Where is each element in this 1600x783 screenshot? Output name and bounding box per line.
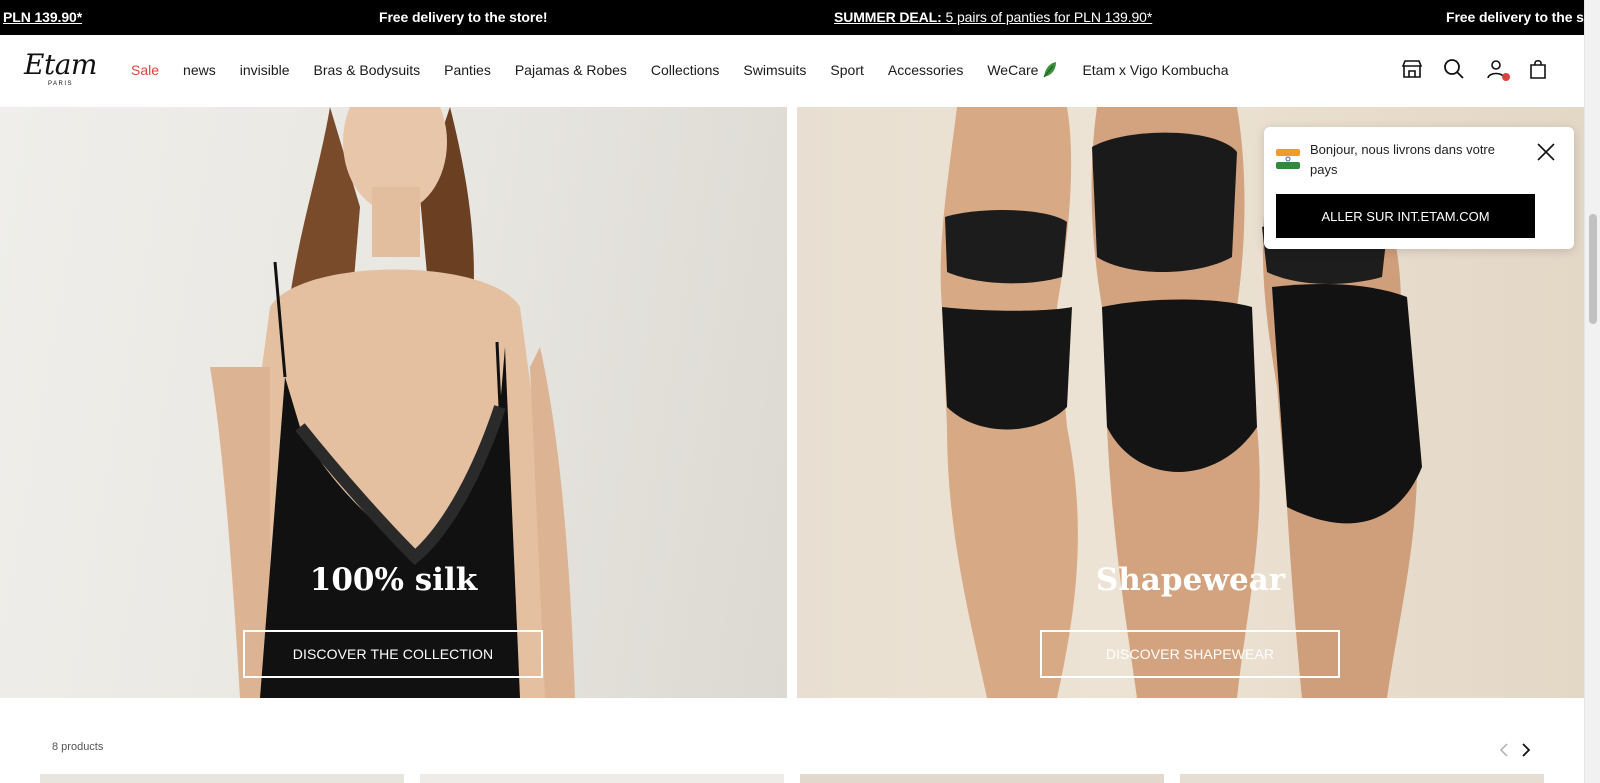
india-flag-icon [1276,149,1300,169]
nav-item-news[interactable]: news [183,61,216,79]
notification-dot [1502,73,1510,81]
nav-item-bras-bodysuits[interactable]: Bras & Bodysuits [314,61,421,79]
promo-link[interactable]: SUMMER DEAL: 5 pairs of panties for PLN … [834,9,1152,25]
nav-item-swimsuits[interactable]: Swimsuits [743,61,806,79]
header-icons [1400,57,1568,81]
store-icon[interactable] [1400,57,1424,81]
promo-text: Free delivery to the st [1446,9,1584,25]
scrollbar[interactable] [1584,0,1600,783]
product-card[interactable] [1180,774,1544,783]
product-card[interactable] [800,774,1164,783]
search-icon[interactable] [1442,57,1466,81]
country-redirect-popup: Bonjour, nous livrons dans votre pays AL… [1264,127,1574,249]
discover-shapewear-button[interactable]: DISCOVER SHAPEWEAR [1040,630,1340,678]
account-icon[interactable] [1484,57,1510,81]
product-card[interactable] [420,774,784,783]
popup-message: Bonjour, nous livrons dans votre pays [1310,142,1495,177]
leaf-icon [1043,62,1057,78]
promo-text: Free delivery to the store! [379,9,548,25]
promo-bar: PLN 139.90* Free delivery to the store! … [0,0,1584,35]
nav-item-wecare-label: WeCare [987,62,1039,78]
promo-rest: 5 pairs of panties for PLN 139.90* [941,9,1153,25]
nav-item-etam-vigo-kombucha[interactable]: Etam x Vigo Kombucha [1082,61,1228,79]
products-count: 8 products [52,741,104,753]
cart-icon[interactable] [1526,57,1550,81]
hero-title: 100% silk [309,562,478,598]
close-icon[interactable] [1534,140,1558,164]
logo-subtitle: PARIS [48,81,74,87]
product-card[interactable] [40,774,404,783]
promo-bold: SUMMER DEAL: [834,9,942,25]
promo-text[interactable]: PLN 139.90* [3,9,82,25]
logo[interactable]: Etam PARIS [24,48,102,88]
go-international-button[interactable]: ALLER SUR INT.ETAM.COM [1276,194,1535,238]
chevron-left-icon[interactable] [1497,742,1513,758]
chevron-right-icon[interactable] [1517,742,1533,758]
nav-item-sale[interactable]: Sale [131,61,159,79]
main-nav: Sale news invisible Bras & Bodysuits Pan… [131,61,1252,79]
silk-model-image [210,107,575,698]
nav-item-accessories[interactable]: Accessories [888,61,963,79]
nav-item-collections[interactable]: Collections [651,61,719,79]
nav-item-invisible[interactable]: invisible [240,61,290,79]
nav-item-panties[interactable]: Panties [444,61,491,79]
nav-item-pajamas-robes[interactable]: Pajamas & Robes [515,61,627,79]
logo-word: Etam [24,48,97,81]
discover-collection-button[interactable]: DISCOVER THE COLLECTION [243,630,543,678]
hero-title: Shapewear [1095,562,1286,598]
nav-item-sport[interactable]: Sport [830,61,863,79]
site-header: Etam PARIS Sale news invisible Bras & Bo… [0,35,1584,107]
hero-panel-silk[interactable]: 100% silk DISCOVER THE COLLECTION [0,107,787,698]
nav-item-wecare[interactable]: WeCare [987,61,1058,79]
scrollbar-thumb[interactable] [1589,214,1597,324]
